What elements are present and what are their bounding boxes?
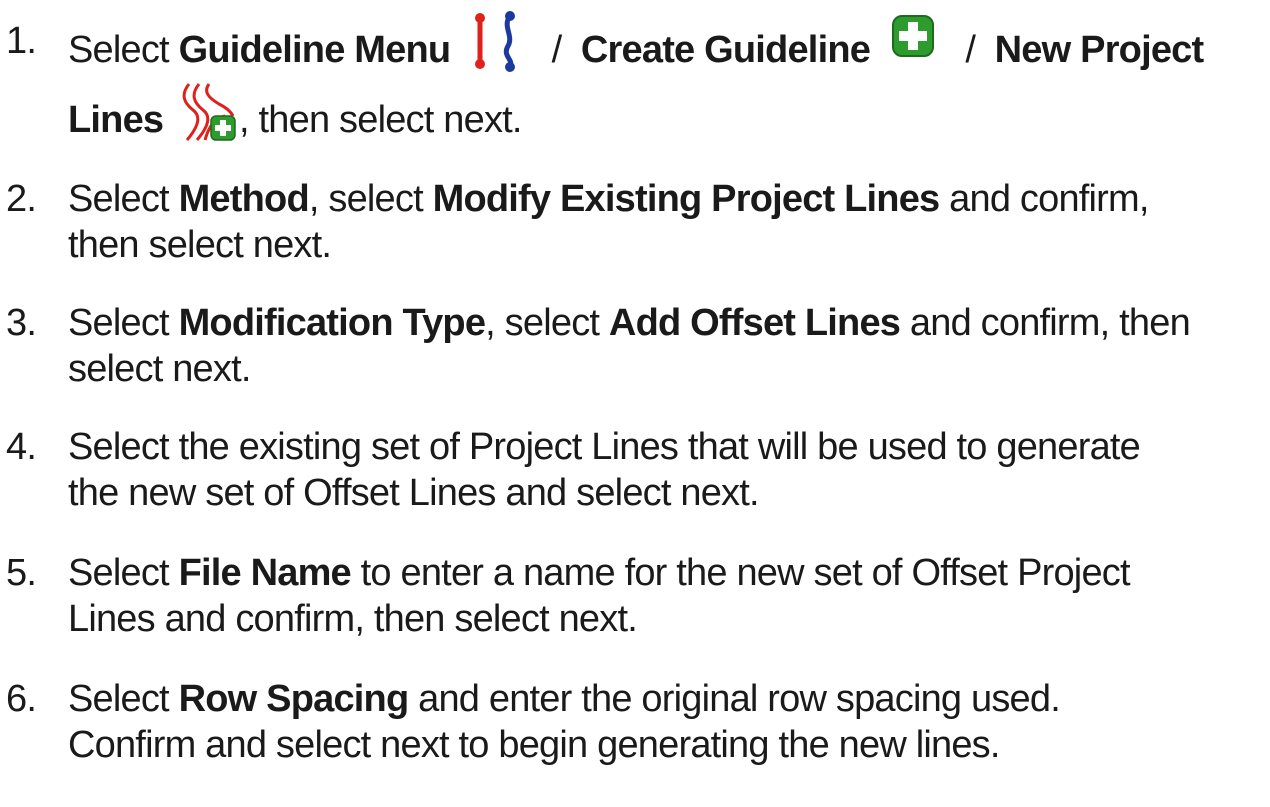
step-text: Select the existing set of Project Lines…: [68, 426, 1141, 468]
menu-name-guideline-menu: Guideline Menu: [178, 29, 452, 71]
menu-name-create-guideline: Create Guideline: [580, 29, 871, 71]
option-file-name: File Name: [178, 552, 352, 594]
step-5-line-1: Select File Name to enter a name for the…: [68, 550, 1270, 596]
instruction-document: 1. Select Guideline Menu / Create Guidel…: [0, 0, 1270, 807]
step-2-line-2: then select next.: [68, 222, 1270, 268]
step-text: /: [955, 29, 985, 71]
step-text: the new set of Offset Lines and select n…: [68, 472, 760, 514]
option-add-offset-lines: Add Offset Lines: [608, 302, 901, 344]
step-6-line-2: Confirm and select next to begin generat…: [68, 722, 1270, 768]
step-text: , then select next.: [239, 98, 522, 141]
step-text: , select: [485, 302, 609, 344]
create-guideline-icon: [890, 13, 936, 59]
step-2-line-1: Select Method, select Modify Existing Pr…: [68, 176, 1270, 222]
step-1-line-2: Lines , then select next.: [68, 83, 1270, 154]
menu-name-lines: Lines: [68, 98, 164, 141]
step-text: Select: [68, 302, 179, 344]
step-4-line-1: Select the existing set of Project Lines…: [68, 424, 1270, 470]
step-text: Select: [68, 678, 179, 720]
step-1-line-1: Select Guideline Menu / Create Guideline…: [68, 10, 1270, 84]
guideline-menu-icon: [464, 10, 528, 74]
option-row-spacing: Row Spacing: [178, 678, 410, 720]
step-5: 5. Select File Name to enter a name for …: [0, 550, 1270, 642]
step-text: Select: [68, 552, 179, 594]
step-1: 1. Select Guideline Menu / Create Guidel…: [0, 10, 1270, 154]
step-5-line-2: Lines and confirm, then select next.: [68, 596, 1270, 642]
option-modify-existing-project-lines: Modify Existing Project Lines: [432, 178, 941, 220]
step-text: Select: [68, 178, 179, 220]
step-text: and confirm,: [939, 178, 1149, 220]
step-4: 4. Select the existing set of Project Li…: [0, 424, 1270, 516]
option-modification-type: Modification Type: [178, 302, 486, 344]
step-number: 1.: [6, 20, 37, 62]
step-4-line-2: the new set of Offset Lines and select n…: [68, 470, 1270, 516]
step-text: select next.: [68, 348, 251, 390]
step-3-line-2: select next.: [68, 346, 1270, 392]
step-text: Select: [68, 29, 170, 71]
menu-name-new-project: New Project: [994, 29, 1205, 71]
step-number: 5.: [6, 552, 37, 594]
step-text: , select: [308, 178, 433, 220]
step-number: 6.: [6, 678, 37, 720]
step-text: Lines and confirm, then select next.: [68, 598, 638, 640]
step-3-line-1: Select Modification Type, select Add Off…: [68, 300, 1270, 346]
step-2: 2. Select Method, select Modify Existing…: [0, 176, 1270, 268]
new-project-lines-icon: [175, 80, 239, 144]
step-text: /: [541, 29, 572, 71]
step-text: and confirm, then: [900, 302, 1191, 344]
step-text: and enter the original row spacing used.: [408, 678, 1061, 720]
step-6: 6. Select Row Spacing and enter the orig…: [0, 676, 1270, 768]
step-text: to enter a name for the new set of Offse…: [350, 552, 1131, 594]
step-3: 3. Select Modification Type, select Add …: [0, 300, 1270, 392]
step-number: 4.: [6, 426, 37, 468]
option-method: Method: [178, 178, 310, 220]
step-6-line-1: Select Row Spacing and enter the origina…: [68, 676, 1270, 722]
step-number: 3.: [6, 302, 37, 344]
step-text: Confirm and select next to begin generat…: [68, 724, 1000, 766]
step-text: then select next.: [68, 224, 332, 266]
step-number: 2.: [6, 178, 37, 220]
